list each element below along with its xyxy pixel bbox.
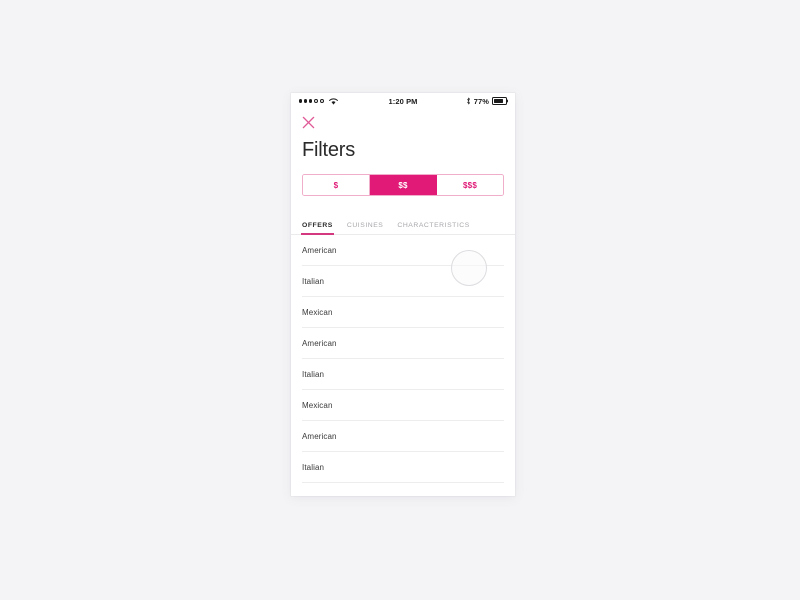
list-item[interactable]: American [302,235,504,266]
page-title: Filters [302,139,356,161]
tab-characteristics[interactable]: CHARACTERISTICS [397,222,469,234]
price-option-3[interactable]: $$$ [437,175,503,195]
list-item[interactable]: American [302,328,504,359]
tab-bar: OFFERS CUISINES CHARACTERISTICS [291,210,515,235]
tab-cuisines[interactable]: CUISINES [347,222,384,234]
bluetooth-icon [466,97,470,105]
price-option-1[interactable]: $ [303,175,370,195]
status-bar: 1:20 PM 77% [291,93,515,109]
list-item[interactable]: Italian [302,359,504,390]
battery-percent-label: 77% [473,96,489,106]
price-segmented-control[interactable]: $ $$ $$$ [302,174,504,196]
phone-frame: 1:20 PM 77% Filters $ $$ $$$ OFFERS CUIS… [291,93,515,496]
status-bar-right: 77% [466,97,507,106]
list-item[interactable]: Mexican [302,297,504,328]
price-option-2[interactable]: $$ [370,175,437,195]
list-item[interactable]: Italian [302,266,504,297]
list-item[interactable]: Mexican [302,390,504,421]
price-filter: $ $$ $$$ [291,163,515,196]
filter-list: American Italian Mexican American Italia… [291,235,515,483]
list-item[interactable]: Italian [302,452,504,483]
battery-icon [492,97,507,105]
close-icon[interactable] [302,116,315,129]
tab-offers[interactable]: OFFERS [301,222,334,235]
close-button-row [291,109,515,131]
list-item[interactable]: American [302,421,504,452]
